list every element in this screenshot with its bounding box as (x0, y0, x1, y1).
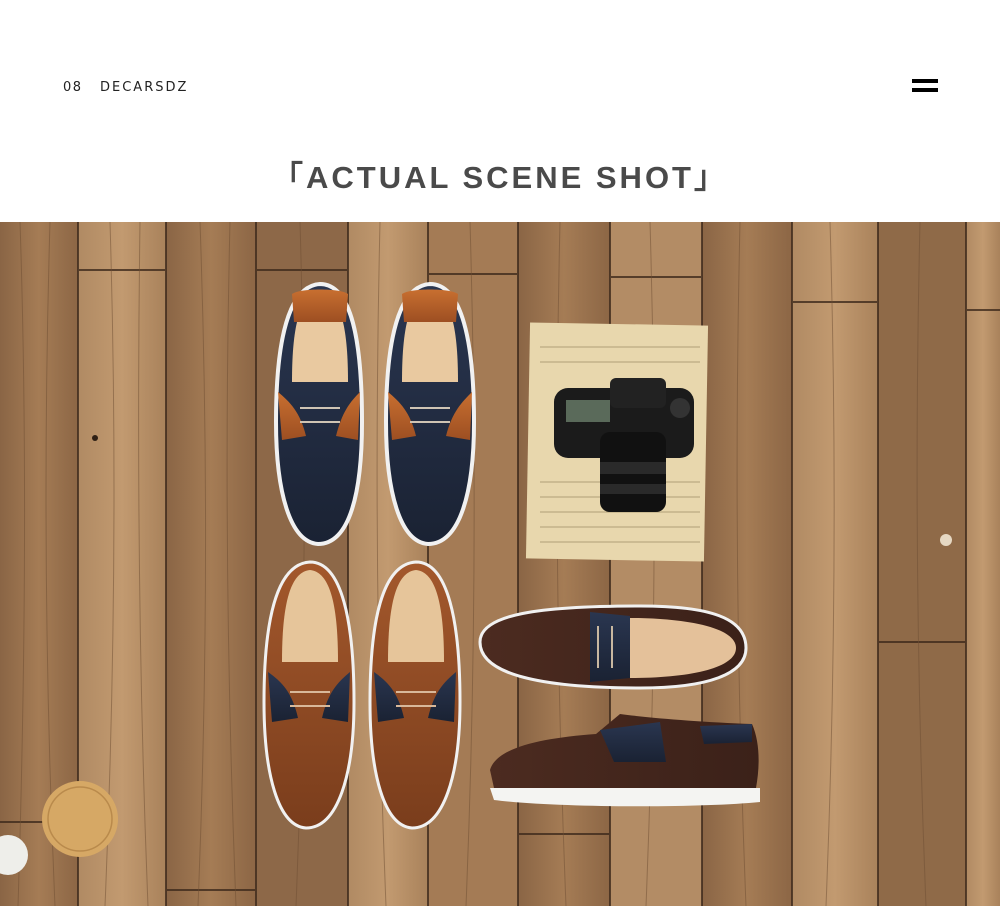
wood-floor (0, 222, 1000, 906)
section-title: 「ACTUAL SCENE SHOT」 (271, 160, 728, 195)
page-header: 08 DECARSDZ 「ACTUAL SCENE SHOT」 (0, 0, 1000, 222)
section-number: 08 (63, 80, 83, 95)
hamburger-menu-icon[interactable] (912, 78, 938, 94)
brand-name[interactable]: DECARSDZ (100, 80, 188, 95)
shoe-navy-tan-right (383, 281, 477, 547)
shoe-cognac-navy-right (368, 560, 462, 830)
shoe-brown-top-view (478, 604, 748, 690)
shoe-cognac-navy-left (262, 560, 356, 830)
shoe-navy-tan-left (273, 281, 365, 547)
product-scene-photo (0, 222, 1000, 906)
